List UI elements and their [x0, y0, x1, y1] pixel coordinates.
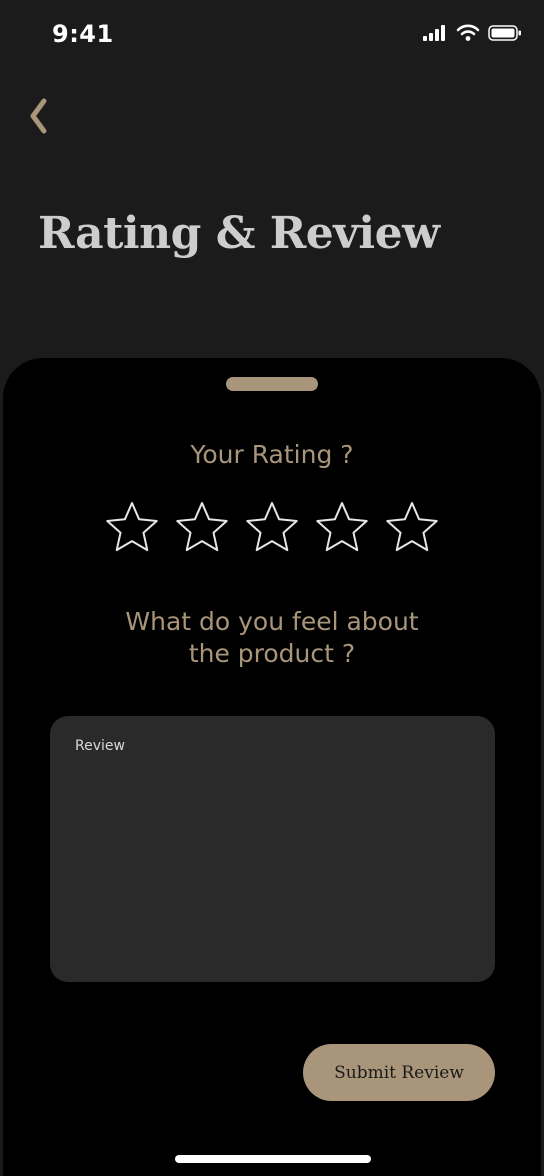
status-icons — [422, 24, 522, 42]
home-indicator — [175, 1155, 371, 1163]
wifi-icon — [456, 24, 480, 41]
feedback-question-line-1: What do you feel about — [125, 607, 419, 636]
feedback-question: What do you feel about the product ? — [3, 606, 541, 670]
star-4-icon[interactable] — [313, 500, 371, 558]
signal-icon — [423, 25, 445, 41]
star-5-icon[interactable] — [383, 500, 441, 558]
star-2-icon[interactable] — [173, 500, 231, 558]
battery-icon — [488, 25, 521, 41]
star-3-icon[interactable] — [243, 500, 301, 558]
review-placeholder: Review — [75, 738, 125, 754]
back-button[interactable] — [18, 92, 58, 140]
drag-handle[interactable] — [226, 377, 318, 391]
star-rating — [103, 500, 441, 558]
rating-question: Your Rating ? — [190, 440, 354, 469]
review-input[interactable]: Review — [50, 716, 495, 982]
feedback-question-line-2: the product ? — [188, 639, 356, 668]
star-1-icon[interactable] — [103, 500, 161, 558]
submit-review-button[interactable]: Submit Review — [303, 1044, 495, 1101]
chevron-left-icon — [30, 98, 47, 134]
review-sheet: Your Rating ? What do you feel about the… — [3, 358, 541, 1176]
status-time: 9:41 — [52, 20, 114, 48]
page-title: Rating & Review — [38, 208, 440, 259]
status-bar: 9:41 — [0, 0, 544, 70]
